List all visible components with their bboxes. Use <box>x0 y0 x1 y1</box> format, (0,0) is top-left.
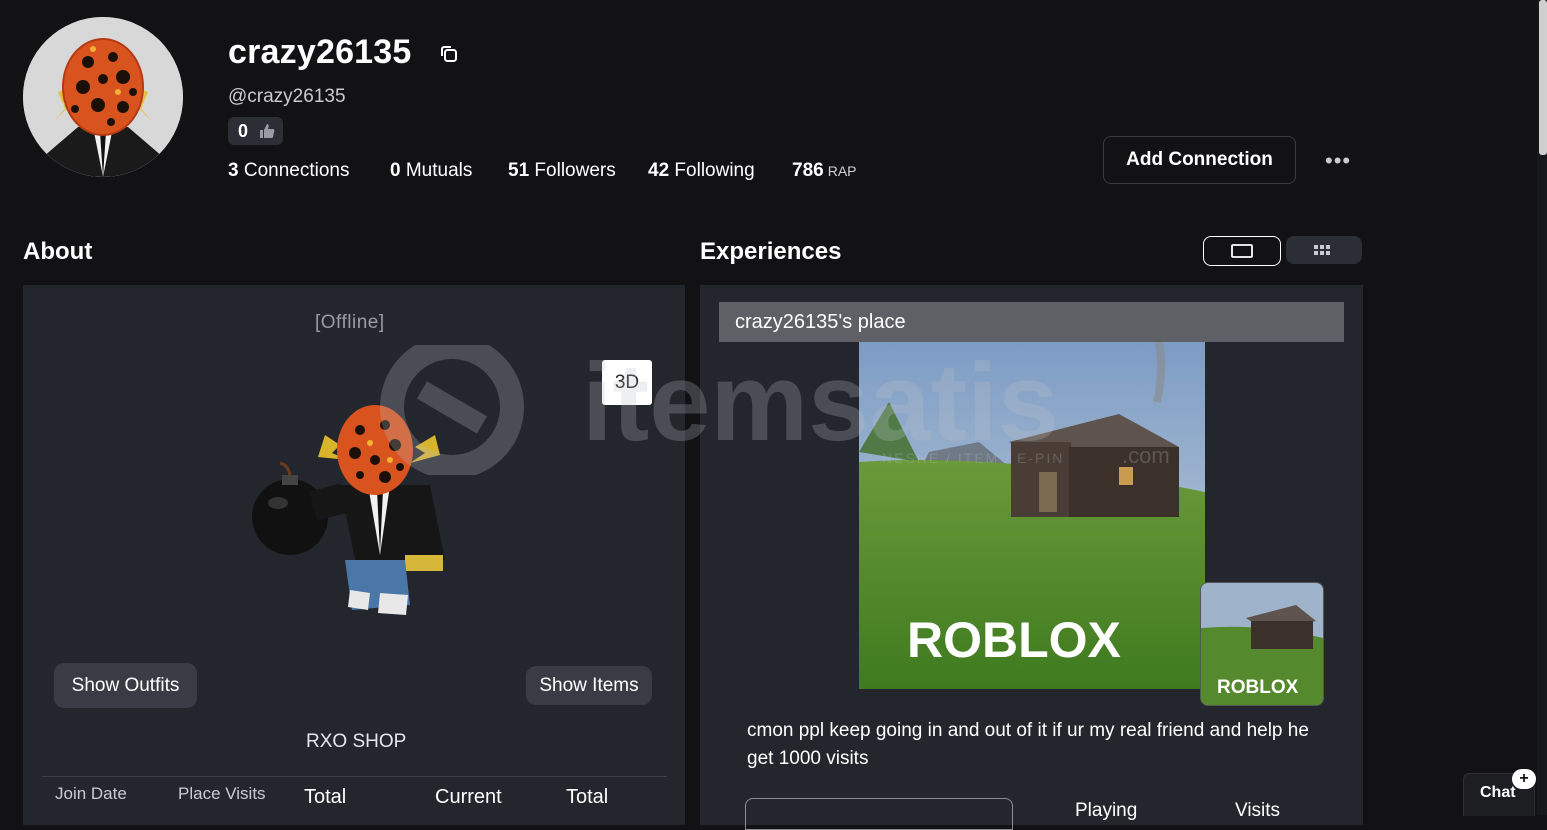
show-items-button[interactable]: Show Items <box>526 666 652 705</box>
experiences-title: Experiences <box>700 238 842 265</box>
divider <box>42 776 667 777</box>
total-label-2: Total <box>566 786 609 808</box>
likes-badge[interactable]: 0 <box>228 117 283 145</box>
about-title: About <box>23 238 93 265</box>
current-label: Current <box>435 786 502 808</box>
join-date-label: Join Date <box>55 784 127 803</box>
place-icon[interactable]: ROBLOX <box>1200 582 1324 706</box>
roblox-logo-small: ROBLOX <box>1217 677 1299 698</box>
stat-rap: 786 RAP <box>792 160 857 181</box>
likes-count: 0 <box>238 121 249 141</box>
add-connection-button[interactable]: Add Connection <box>1103 136 1296 184</box>
shop-label: RXO SHOP <box>306 731 407 752</box>
place-thumbnail-image: ROBLOX <box>859 342 1205 689</box>
place-title[interactable]: crazy26135's place <box>735 311 906 334</box>
play-button[interactable] <box>745 798 1013 830</box>
toggle-3d-button[interactable]: 3D <box>602 360 652 405</box>
stat-following[interactable]: 42 Following <box>648 160 755 182</box>
view-toggle-single[interactable] <box>1203 236 1281 266</box>
avatar[interactable] <box>23 17 183 177</box>
stat-connections[interactable]: 3 Connections <box>228 160 349 182</box>
show-outfits-button[interactable]: Show Outfits <box>54 663 197 708</box>
copy-icon[interactable] <box>438 43 460 65</box>
more-options-icon[interactable]: ••• <box>1325 148 1351 174</box>
place-thumbnail[interactable]: ROBLOX <box>859 342 1205 689</box>
thumbs-up-icon <box>260 124 275 138</box>
chat-new-icon[interactable]: + <box>1512 769 1536 789</box>
stat-mutuals[interactable]: 0 Mutuals <box>390 160 472 182</box>
scrollbar-thumb[interactable] <box>1539 0 1547 155</box>
view-toggle-grid[interactable] <box>1286 236 1362 264</box>
stat-followers[interactable]: 51 Followers <box>508 160 616 182</box>
visits-label: Visits <box>1235 800 1281 821</box>
chat-label[interactable]: Chat <box>1480 784 1516 802</box>
avatar-headshot <box>23 17 183 177</box>
playing-label: Playing <box>1075 800 1138 821</box>
profile-display-name: crazy26135 <box>228 33 412 71</box>
profile-handle: @crazy26135 <box>228 86 346 107</box>
single-view-icon <box>1231 244 1253 258</box>
place-description: cmon ppl keep going in and out of it if … <box>747 720 1309 769</box>
place-icon-image: ROBLOX <box>1201 583 1323 705</box>
avatar-3d-figure[interactable] <box>240 405 470 625</box>
grid-view-icon <box>1314 245 1330 255</box>
presence-status: [Offline] <box>315 312 385 333</box>
roblox-logo-text: ROBLOX <box>907 612 1121 668</box>
place-visits-label: Place Visits <box>178 784 266 803</box>
total-label: Total <box>304 786 347 808</box>
